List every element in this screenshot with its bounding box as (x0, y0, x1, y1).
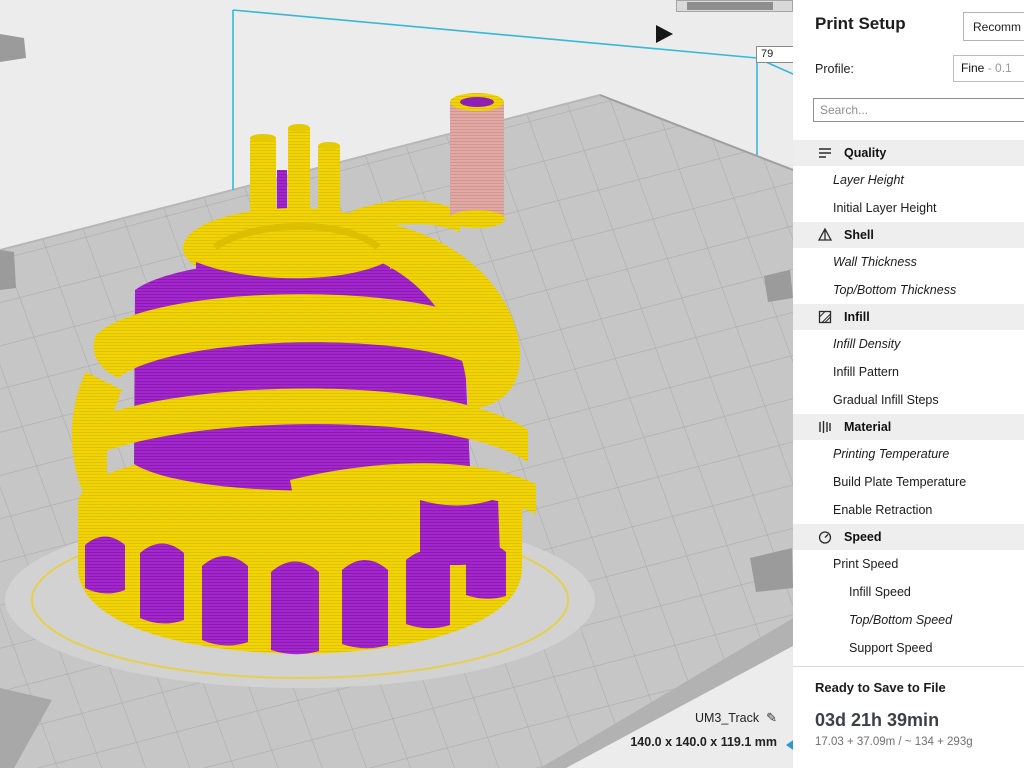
print-time-estimate: 03d 21h 39min (815, 710, 939, 731)
panel-title: Print Setup (815, 14, 906, 34)
category-quality[interactable]: Quality (793, 140, 1024, 166)
shell-icon (817, 227, 833, 243)
material-estimate: 17.03 + 37.09m / ~ 134 + 293g (815, 736, 973, 748)
cura-window: 79 UM3_Track ✎ 140.0 x 140.0 x 119.1 mm … (0, 0, 1024, 768)
profile-value: Fine (961, 61, 984, 75)
recommended-mode-button[interactable]: Recomm (963, 12, 1024, 41)
settings-list: Quality Layer Height Initial Layer Heigh… (793, 140, 1024, 662)
viewport-3d[interactable]: 79 UM3_Track ✎ 140.0 x 140.0 x 119.1 mm (0, 0, 793, 768)
layers-icon (817, 145, 833, 161)
setting-print-speed[interactable]: Print Speed (793, 550, 1024, 578)
profile-dropdown[interactable]: Fine - 0.1 (953, 55, 1024, 82)
search-input[interactable] (813, 98, 1024, 122)
panel-arrow-icon[interactable] (786, 736, 793, 754)
status-text: Ready to Save to File (815, 680, 946, 695)
layer-slider-track[interactable] (676, 0, 793, 12)
profile-label: Profile: (815, 62, 854, 76)
category-label: Shell (844, 228, 874, 242)
setting-layer-height[interactable]: Layer Height (793, 166, 1024, 194)
category-shell[interactable]: Shell (793, 222, 1024, 248)
setting-gradual-infill-steps[interactable]: Gradual Infill Steps (793, 386, 1024, 414)
category-label: Infill (844, 310, 870, 324)
setting-top-bottom-speed[interactable]: Top/Bottom Speed (793, 606, 1024, 634)
category-label: Speed (844, 530, 882, 544)
setting-infill-density[interactable]: Infill Density (793, 330, 1024, 358)
infill-icon (817, 309, 833, 325)
play-button[interactable] (656, 25, 673, 43)
setting-build-plate-temperature[interactable]: Build Plate Temperature (793, 468, 1024, 496)
layer-number-field[interactable]: 79 (756, 46, 793, 63)
setting-enable-retraction[interactable]: Enable Retraction (793, 496, 1024, 524)
category-infill[interactable]: Infill (793, 304, 1024, 330)
setting-infill-pattern[interactable]: Infill Pattern (793, 358, 1024, 386)
category-label: Material (844, 420, 891, 434)
setting-infill-speed[interactable]: Infill Speed (793, 578, 1024, 606)
category-speed[interactable]: Speed (793, 524, 1024, 550)
material-icon (817, 419, 833, 435)
setting-wall-thickness[interactable]: Wall Thickness (793, 248, 1024, 276)
pencil-icon[interactable]: ✎ (766, 710, 777, 726)
model-dimensions: 140.0 x 140.0 x 119.1 mm (630, 735, 777, 749)
layer-slider-handle[interactable] (687, 2, 773, 10)
setting-support-speed[interactable]: Support Speed (793, 634, 1024, 662)
setting-printing-temperature[interactable]: Printing Temperature (793, 440, 1024, 468)
category-label: Quality (844, 146, 886, 160)
category-material[interactable]: Material (793, 414, 1024, 440)
setting-top-bottom-thickness[interactable]: Top/Bottom Thickness (793, 276, 1024, 304)
scene-canvas[interactable] (0, 0, 793, 768)
setting-initial-layer-height[interactable]: Initial Layer Height (793, 194, 1024, 222)
speed-icon (817, 529, 833, 545)
support-tower (449, 93, 505, 228)
print-setup-panel: Print Setup Recomm Profile: Fine - 0.1 Q… (793, 0, 1024, 768)
job-name-row[interactable]: UM3_Track ✎ (695, 710, 777, 726)
job-name-label: UM3_Track (695, 711, 759, 725)
profile-detail: - 0.1 (988, 61, 1012, 75)
